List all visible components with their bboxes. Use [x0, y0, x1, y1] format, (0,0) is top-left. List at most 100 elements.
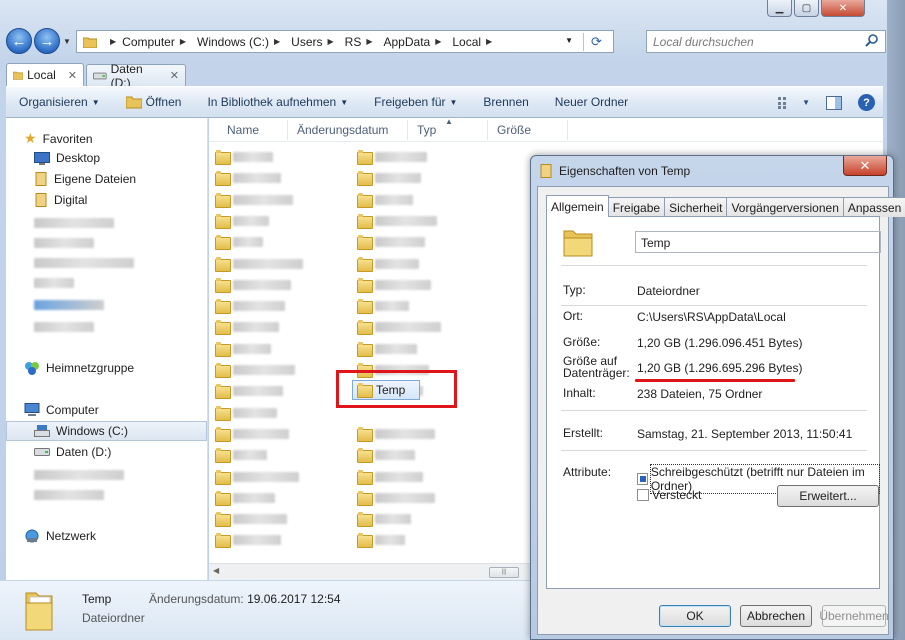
scroll-left-icon[interactable]: ◀	[213, 566, 219, 575]
folder-item[interactable]	[357, 469, 423, 485]
folder-item[interactable]	[357, 448, 415, 464]
blurred-name	[233, 343, 271, 354]
nav-computer[interactable]: Computer	[24, 403, 99, 417]
folder-item[interactable]	[215, 533, 281, 549]
folder-item[interactable]	[215, 299, 285, 315]
help-icon[interactable]: ?	[858, 94, 875, 111]
refresh-icon[interactable]: ⟳	[583, 33, 609, 51]
close-tab-icon[interactable]: ✕	[170, 69, 179, 82]
advanced-button[interactable]: Erweitert...	[777, 485, 879, 507]
tab-sharing[interactable]: Freigabe	[607, 197, 666, 217]
share-with-button[interactable]: Freigeben für ▼	[361, 95, 470, 109]
include-in-library-button[interactable]: In Bibliothek aufnehmen ▼	[194, 95, 361, 109]
folder-item[interactable]	[357, 341, 417, 357]
folder-item[interactable]	[215, 341, 271, 357]
blurred-name	[375, 322, 441, 333]
chevron-right-icon: ▶	[179, 37, 186, 46]
folder-item[interactable]	[357, 192, 413, 208]
nav-my-files[interactable]: Eigene Dateien	[34, 172, 136, 186]
breadcrumb-appdata[interactable]: AppData ▶	[384, 35, 448, 49]
nav-homegroup[interactable]: Heimnetzgruppe	[24, 361, 134, 375]
tab-local[interactable]: Local ✕	[6, 63, 84, 86]
address-history-dropdown[interactable]: ▼	[565, 36, 573, 45]
preview-pane-icon[interactable]	[826, 95, 842, 110]
nav-desktop[interactable]: Desktop	[34, 151, 100, 165]
folder-item[interactable]	[357, 235, 425, 251]
tab-customize[interactable]: Anpassen	[842, 197, 905, 217]
nav-label: Digital	[54, 193, 88, 207]
column-header-size[interactable]: Größe	[497, 123, 531, 137]
folder-item[interactable]	[215, 405, 277, 421]
column-header-name[interactable]: Name	[227, 123, 259, 137]
dialog-close-button[interactable]: ✕	[843, 156, 887, 176]
hidden-checkbox[interactable]: Versteckt	[637, 488, 701, 502]
nav-digital[interactable]: Digital	[34, 193, 87, 207]
forward-button[interactable]: →	[34, 28, 60, 54]
breadcrumb-computer[interactable]: Computer ▶	[122, 35, 192, 49]
red-underline	[635, 379, 795, 382]
nav-drive-d[interactable]: Daten (D:)	[34, 445, 111, 459]
burn-button[interactable]: Brennen	[470, 95, 541, 109]
tab-daten-d[interactable]: Daten (D:) ✕	[86, 62, 186, 90]
search-input[interactable]: Local durchsuchen	[646, 30, 886, 53]
folder-item[interactable]	[357, 320, 441, 336]
ok-button[interactable]: OK	[659, 605, 731, 627]
apply-button[interactable]: Übernehmen	[819, 605, 889, 627]
breadcrumb-local[interactable]: Local ▶	[452, 35, 498, 49]
folder-item[interactable]	[215, 150, 273, 165]
folder-item[interactable]	[215, 277, 291, 293]
folder-name-input[interactable]: Temp	[635, 231, 881, 253]
folder-item[interactable]	[215, 320, 279, 336]
folder-item[interactable]	[215, 256, 303, 272]
recent-pages-dropdown[interactable]: ▼	[63, 37, 71, 46]
column-header-modified[interactable]: Änderungsdatum	[297, 123, 388, 137]
folder-item[interactable]	[215, 448, 267, 464]
new-folder-button[interactable]: Neuer Ordner	[542, 95, 641, 109]
cancel-button[interactable]: Abbrechen	[740, 605, 812, 627]
folder-item[interactable]	[357, 150, 427, 165]
folder-item[interactable]	[215, 490, 275, 506]
nav-drive-c[interactable]: Windows (C:)	[34, 424, 128, 438]
folder-item[interactable]	[215, 192, 293, 208]
folder-item[interactable]	[357, 213, 437, 229]
address-bar[interactable]: ▶ Computer ▶ Windows (C:) ▶ Users ▶ RS ▶ App…	[76, 30, 614, 53]
folder-item-temp[interactable]: Temp	[352, 380, 420, 400]
folder-item[interactable]	[357, 256, 419, 272]
nav-network[interactable]: Netzwerk	[24, 529, 96, 543]
folder-item[interactable]	[215, 469, 299, 485]
organize-button[interactable]: Organisieren ▼	[6, 95, 113, 109]
folder-item[interactable]	[215, 512, 287, 528]
breadcrumb-users[interactable]: Users ▶	[291, 35, 340, 49]
nav-favorites[interactable]: ★ Favoriten	[24, 130, 93, 147]
folder-item[interactable]	[357, 299, 409, 315]
tab-general[interactable]: Allgemein	[546, 195, 609, 217]
folder-item[interactable]	[215, 213, 269, 229]
folder-item[interactable]	[357, 277, 431, 293]
column-header-type[interactable]: Typ	[417, 123, 436, 137]
folder-item[interactable]	[215, 426, 289, 442]
scrollbar-thumb[interactable]: |||	[489, 567, 519, 578]
breadcrumb-drive-c[interactable]: Windows (C:) ▶	[197, 35, 286, 49]
folder-item[interactable]	[215, 171, 281, 187]
maximize-button[interactable]: ▢	[794, 0, 819, 17]
minimize-button[interactable]: ▁	[767, 0, 792, 17]
blurred-item	[34, 300, 104, 310]
close-tab-icon[interactable]: ✕	[68, 69, 77, 82]
breadcrumb-rs[interactable]: RS ▶	[345, 35, 379, 49]
folder-item[interactable]	[357, 533, 405, 549]
tab-previous-versions[interactable]: Vorgängerversionen	[726, 197, 844, 217]
folder-item[interactable]	[215, 235, 263, 251]
view-options-button[interactable]: ▼	[778, 96, 810, 109]
tab-security[interactable]: Sicherheit	[664, 197, 728, 217]
folder-item[interactable]	[357, 171, 421, 187]
folder-item[interactable]	[357, 512, 411, 528]
folder-item[interactable]	[215, 363, 295, 378]
open-button[interactable]: Öffnen	[113, 95, 195, 109]
folder-item[interactable]	[357, 490, 435, 506]
folder-item[interactable]	[357, 426, 435, 442]
folder-item[interactable]	[215, 384, 283, 400]
close-button[interactable]: ✕	[821, 0, 865, 17]
blurred-name	[233, 365, 295, 375]
back-button[interactable]: ←	[6, 28, 32, 54]
horizontal-scrollbar[interactable]: ◀ |||	[209, 563, 531, 580]
